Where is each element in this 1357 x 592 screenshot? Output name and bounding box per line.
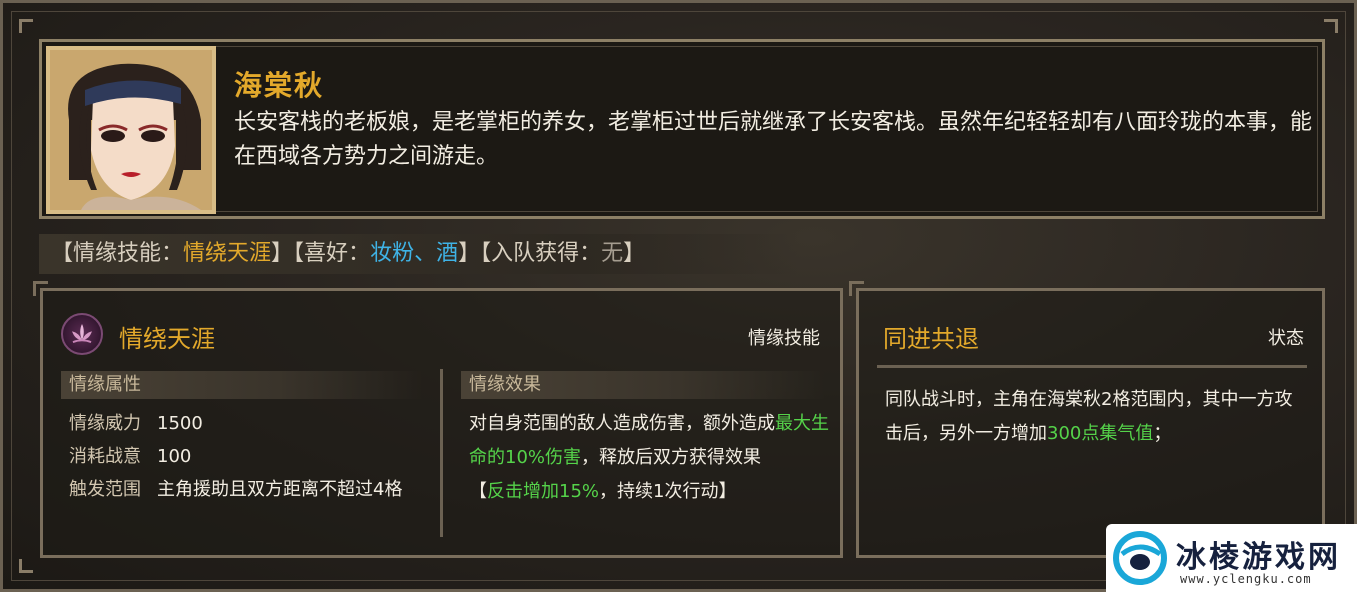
skill-kind: 情缘技能 [748,328,820,349]
skill-effects-header: 情缘效果 [461,371,825,399]
join-tag-suffix: 】 [623,241,646,266]
site-watermark: 冰棱游戏网 www.yclengku.com [1106,524,1357,592]
attr-value: 1500 [157,413,203,434]
attr-row: 触发范围 主角援助且双方距离不超过4格 [69,475,402,501]
frame-corner [19,559,33,573]
effect-text: ，释放后双方获得效果 [581,447,762,468]
state-kind: 状态 [1268,328,1304,349]
effect-text: 【 [469,481,487,502]
effect-text: ，持续1次行动】 [599,481,737,502]
attr-row: 情缘威力 1500 [69,409,203,435]
hobby-tag-value: 妆粉、酒 [370,241,459,266]
state-panel: 同进共退 状态 同队战斗时，主角在海棠秋2格范围内，其中一方攻击后，另外一方增加… [849,281,1325,558]
skill-tag-suffix: 】 [271,241,294,266]
section-divider [440,369,443,537]
state-description: 同队战斗时，主角在海棠秋2格范围内，其中一方攻击后，另外一方增加300点集气值； [885,383,1305,451]
character-portrait [46,46,216,214]
attr-key: 触发范围 [69,479,141,500]
attr-value: 100 [157,446,192,467]
attr-value: 主角援助且双方距离不超过4格 [157,479,403,500]
state-highlight: 300点集气值 [1047,423,1154,444]
character-description: 长安客栈的老板娘，是老掌柜的养女，老掌柜过世后就继承了长安客栈。虽然年纪轻轻却有… [234,110,1313,169]
effect-text: 对自身范围的敌人造成伤害，额外造成 [469,413,775,434]
attr-key: 情缘威力 [69,413,141,434]
hobby-tag-suffix: 】 [458,241,481,266]
skill-tag-value: 情绕天涯 [183,241,272,266]
watermark-url: www.yclengku.com [1180,572,1312,586]
join-tag-value: 无 [601,241,624,266]
frame-corner [1324,19,1338,33]
character-name: 海棠秋 [234,69,325,102]
state-name: 同进共退 [883,325,979,353]
effect-highlight: 反击增加15% [487,481,600,502]
lotus-icon [61,313,103,355]
state-divider [877,365,1307,368]
character-tags: 【情缘技能：情绕天涯】【喜好：妆粉、酒】【入队获得：无】 [39,234,799,274]
watermark-text: 冰棱游戏网 [1176,540,1341,575]
character-detail-screen: 海棠秋 长安客栈的老板娘，是老掌柜的养女，老掌柜过世后就继承了长安客栈。虽然年纪… [0,0,1357,592]
skill-attributes-header: 情缘属性 [61,371,423,399]
watermark-logo-icon [1113,531,1167,585]
join-tag-prefix: 【入队获得： [480,241,602,266]
character-header: 海棠秋 长安客栈的老板娘，是老掌柜的养女，老掌柜过世后就继承了长安客栈。虽然年纪… [39,39,1325,219]
skill-panel: 情绕天涯 情缘技能 情缘属性 情缘威力 1500 消耗战意 100 触发范围 主角援助… [33,281,843,558]
hobby-tag-prefix: 【喜好： [293,241,371,266]
skill-effects-text: 对自身范围的敌人造成伤害，额外造成最大生命的10%伤害，释放后双方获得效果 【反击… [469,407,833,509]
attr-key: 消耗战意 [69,446,141,467]
portrait-image [51,50,211,210]
skill-name: 情绕天涯 [119,325,215,353]
state-text: ； [1153,423,1172,444]
frame-corner [19,19,33,33]
skill-tag-prefix: 【情缘技能： [51,241,184,266]
attr-row: 消耗战意 100 [69,442,191,468]
